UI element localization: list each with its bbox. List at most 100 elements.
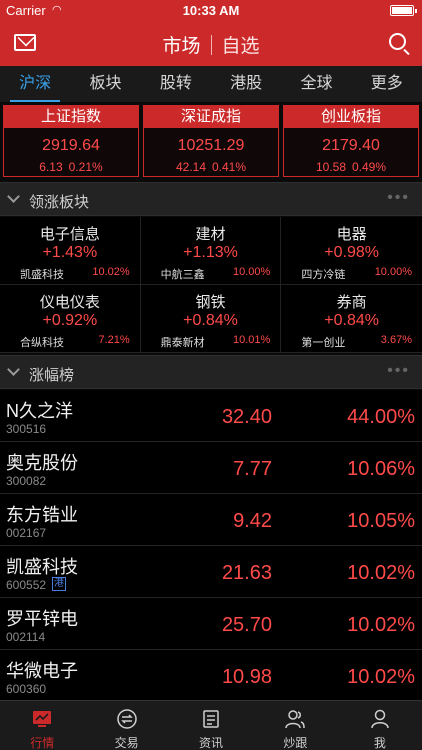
- sector-name: 电子信息: [39, 226, 100, 243]
- sector-change: +0.92%: [42, 312, 98, 329]
- search-icon[interactable]: [389, 33, 406, 50]
- more-dots-icon[interactable]: •••: [387, 189, 410, 207]
- bottom-tab-label: 我: [373, 736, 386, 750]
- index-change-pct: 0.21%: [68, 160, 103, 174]
- stock-row[interactable]: 奥克股份 300082 7.77 10.06%: [0, 442, 422, 494]
- tab-hk-stocks[interactable]: 港股: [211, 66, 281, 102]
- stock-code: 600360: [6, 682, 47, 696]
- sector-leader-change: 10.02%: [92, 266, 130, 278]
- index-change-row: 42.14 0.41%: [144, 160, 278, 174]
- index-change-pct: 0.41%: [212, 160, 247, 174]
- index-card[interactable]: 深证成指 10251.29 42.14 0.41%: [143, 105, 279, 177]
- bottom-tab-news[interactable]: 资讯: [169, 701, 253, 750]
- sector-leader: 中航三鑫: [160, 269, 205, 281]
- battery-icon: [390, 5, 417, 16]
- bottom-tab-bar: 行情 交易 资讯 炒跟 我: [0, 700, 422, 750]
- stock-row[interactable]: 凯盛科技 600552 港 21.63 10.02%: [0, 546, 422, 598]
- trade-icon: [116, 709, 137, 729]
- stock-code: 002167: [6, 526, 47, 540]
- sector-cell[interactable]: 仪电仪表 +0.92% 合纵科技 7.21%: [0, 285, 141, 353]
- chevron-down-icon: [7, 363, 20, 376]
- stock-name: 华微电子: [6, 661, 78, 681]
- sector-name: 仪电仪表: [39, 294, 100, 311]
- nav-bar: 市场 自选: [0, 20, 422, 66]
- nav-title-market[interactable]: 市场: [162, 36, 200, 57]
- leading-sectors-header[interactable]: 领涨板块 •••: [0, 182, 422, 216]
- sector-cell[interactable]: 电器 +0.98% 四方冷链 10.00%: [281, 217, 422, 285]
- index-name: 上证指数: [4, 106, 138, 128]
- stock-name: 凯盛科技: [6, 557, 78, 577]
- sector-change: +0.84%: [183, 312, 238, 329]
- news-icon: [203, 710, 219, 728]
- stock-price: 25.70: [221, 614, 272, 636]
- top-gainers-header[interactable]: 涨幅榜 •••: [0, 355, 422, 389]
- stock-change-pct: 44.00%: [347, 406, 415, 428]
- sector-change: +1.13%: [183, 244, 238, 261]
- sector-leader: 四方冷链: [301, 269, 346, 281]
- sector-leader-change: 3.67%: [380, 334, 412, 346]
- bottom-tab-trade[interactable]: 交易: [84, 701, 168, 750]
- stock-change-pct: 10.02%: [347, 666, 415, 688]
- stock-price: 21.63: [221, 562, 272, 584]
- stock-row[interactable]: 罗平锌电 002114 25.70 10.02%: [0, 598, 422, 650]
- tab-neeq[interactable]: 股转: [141, 66, 211, 102]
- stock-change-pct: 10.02%: [347, 562, 415, 584]
- sector-leader-change: 7.21%: [98, 334, 130, 346]
- index-change-row: 6.13 0.21%: [4, 160, 138, 174]
- index-card[interactable]: 创业板指 2179.40 10.58 0.49%: [283, 105, 419, 177]
- stock-row[interactable]: 东方锆业 002167 9.42 10.05%: [0, 494, 422, 546]
- bottom-tab-me[interactable]: 我: [338, 701, 422, 750]
- sector-cell[interactable]: 钢铁 +0.84% 鼎泰新材 10.01%: [140, 285, 282, 353]
- bottom-tab-label: 炒跟: [283, 736, 308, 750]
- nav-title-divider: [210, 35, 212, 55]
- market-tabs: 沪深 板块 股转 港股 全球 更多: [0, 66, 422, 102]
- sector-leader-change: 10.00%: [233, 266, 271, 278]
- sector-leader: 第一创业: [301, 337, 346, 349]
- tab-shanghai-shenzhen[interactable]: 沪深: [0, 66, 70, 102]
- status-bar: Carrier ◠ 10:33 AM: [0, 0, 422, 20]
- more-dots-icon[interactable]: •••: [387, 362, 410, 380]
- index-change-row: 10.58 0.49%: [284, 160, 418, 174]
- tab-sectors[interactable]: 板块: [70, 66, 140, 102]
- stock-name: N久之洋: [6, 401, 73, 421]
- nav-title-watchlist[interactable]: 自选: [222, 36, 260, 57]
- index-change: 6.13: [39, 160, 63, 174]
- section-title: 涨幅榜: [29, 367, 75, 384]
- sector-cell[interactable]: 建材 +1.13% 中航三鑫 10.00%: [140, 217, 282, 285]
- stock-code: 600552: [6, 578, 47, 592]
- stock-name: 奥克股份: [6, 453, 78, 473]
- index-name: 创业板指: [284, 106, 418, 128]
- sector-leader-change: 10.01%: [233, 334, 271, 346]
- tab-global[interactable]: 全球: [281, 66, 351, 102]
- bottom-tab-market[interactable]: 行情: [0, 701, 84, 750]
- index-name: 深证成指: [144, 106, 278, 128]
- index-change-pct: 0.49%: [352, 160, 387, 174]
- stock-name: 东方锆业: [6, 505, 78, 525]
- sector-grid: 电子信息 +1.43% 凯盛科技 10.02% 建材 +1.13% 中航三鑫 1…: [0, 217, 422, 353]
- stock-price: 10.98: [221, 666, 272, 688]
- stock-price: 9.42: [233, 510, 272, 532]
- index-price: 2179.40: [322, 137, 380, 154]
- gainers-list: N久之洋 300516 32.40 44.00% 奥克股份 300082 7.7…: [0, 390, 422, 702]
- sector-leader: 合纵科技: [20, 337, 64, 349]
- sector-leader-change: 10.00%: [374, 266, 412, 278]
- stock-code: 300082: [6, 474, 47, 488]
- index-change: 10.58: [315, 160, 346, 174]
- sector-leader: 凯盛科技: [20, 269, 64, 281]
- sector-cell[interactable]: 电子信息 +1.43% 凯盛科技 10.02%: [0, 217, 141, 285]
- stock-change-pct: 10.06%: [347, 458, 415, 480]
- sector-name: 建材: [195, 226, 226, 243]
- bottom-tab-follow[interactable]: 炒跟: [253, 701, 337, 750]
- stock-code: 300516: [6, 422, 47, 436]
- hk-connect-badge: 港: [52, 577, 66, 591]
- sector-cell[interactable]: 券商 +0.84% 第一创业 3.67%: [281, 285, 422, 353]
- stock-price: 7.77: [233, 458, 272, 480]
- tab-more[interactable]: 更多: [352, 66, 422, 102]
- profile-icon: [371, 709, 389, 729]
- stock-row[interactable]: N久之洋 300516 32.40 44.00%: [0, 390, 422, 442]
- sector-change: +1.43%: [42, 244, 98, 261]
- stock-row[interactable]: 华微电子 600360 10.98 10.02%: [0, 650, 422, 702]
- index-card[interactable]: 上证指数 2919.64 6.13 0.21%: [3, 105, 139, 177]
- index-price: 2919.64: [42, 137, 100, 154]
- sector-change: +0.84%: [324, 312, 380, 329]
